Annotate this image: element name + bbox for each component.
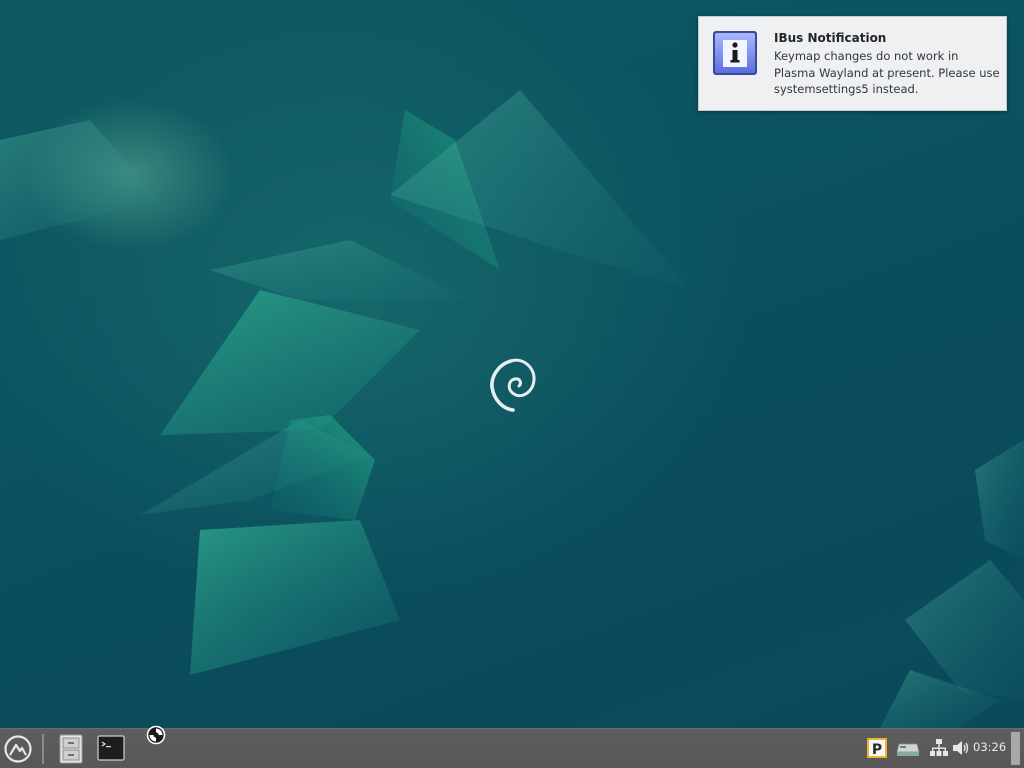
volume-icon[interactable] xyxy=(952,739,970,757)
network-icon[interactable] xyxy=(929,738,949,758)
removable-drive-icon[interactable] xyxy=(896,738,920,758)
file-manager-icon[interactable] xyxy=(58,733,84,765)
clock[interactable]: 03:26 xyxy=(973,740,1006,754)
debian-swirl-logo xyxy=(490,358,536,412)
clipboard-p-icon[interactable]: P xyxy=(866,737,888,759)
info-icon xyxy=(713,31,757,75)
show-desktop-button[interactable] xyxy=(1011,732,1020,765)
svg-text:P: P xyxy=(872,742,882,758)
notification-title: IBus Notification xyxy=(774,31,887,45)
application-launcher-icon[interactable] xyxy=(3,734,33,764)
notification-message: Keymap changes do not work in Plasma Way… xyxy=(774,49,1000,96)
terminal-icon[interactable] xyxy=(97,734,125,762)
desktop: IBus Notification Keymap changes do not … xyxy=(0,0,1024,728)
ibus-notification-popup[interactable]: IBus Notification Keymap changes do not … xyxy=(698,16,1007,111)
busy-cursor-icon xyxy=(146,725,166,745)
taskbar-separator xyxy=(42,734,44,764)
